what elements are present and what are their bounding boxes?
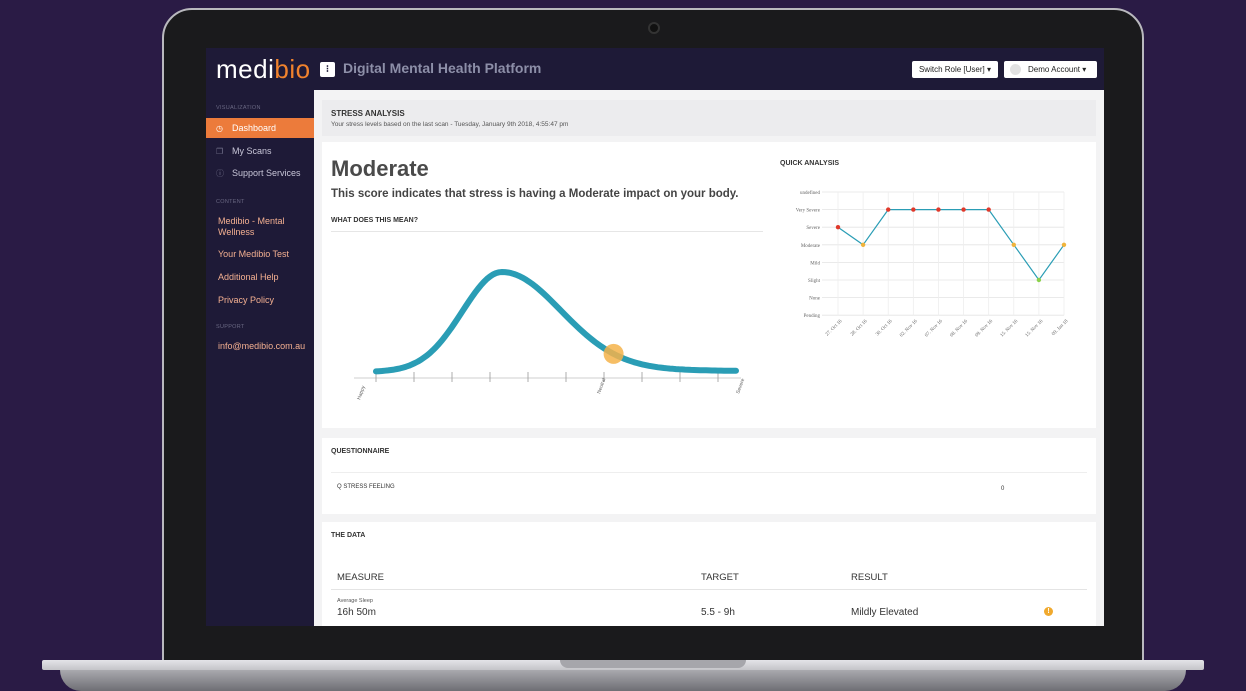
sidebar-item-label: Support Services — [232, 168, 301, 178]
divider — [331, 231, 763, 232]
quick-analysis-chart: Pending None Slight Mild Moderate Severe Very … — [796, 191, 1070, 339]
sidebar-item-label: Dashboard — [232, 123, 277, 133]
x-tick-label: 02. Nov 16 — [899, 319, 919, 339]
data-title: THE DATA — [331, 532, 366, 539]
laptop-base-bottom — [60, 670, 1186, 691]
medibio-logo[interactable]: medibio — [216, 54, 311, 85]
questionnaire-value: 0 — [1001, 486, 1005, 492]
stress-analysis-header: STRESS ANALYSIS Your stress levels based… — [322, 100, 1096, 136]
questionnaire-title: QUESTIONNAIRE — [331, 448, 390, 455]
sidebar-section-support: SUPPORT — [216, 324, 245, 330]
data-point[interactable] — [986, 207, 991, 212]
x-tick-label: 27. Oct 16 — [825, 319, 844, 338]
y-tick-label: Mild — [810, 261, 820, 266]
column-header-measure: MEASURE — [337, 572, 384, 583]
questionnaire-panel: QUESTIONNAIRE Q STRESS FEELING 0 — [322, 438, 1096, 514]
curve-ticks — [375, 372, 719, 382]
data-point[interactable] — [1036, 277, 1042, 283]
questionnaire-item: Q STRESS FEELING — [337, 484, 395, 490]
curve-label-severe: Severe — [735, 378, 746, 395]
y-tick-label: Severe — [806, 226, 820, 231]
x-tick-label: 28. Oct 16 — [850, 319, 869, 338]
y-tick-label: undefined — [800, 191, 820, 196]
logo-prefix: medi — [216, 54, 275, 84]
divider — [331, 472, 1087, 473]
camera-icon — [648, 22, 660, 34]
account-label: Demo Account ▾ — [1028, 65, 1087, 74]
sidebar: VISUALIZATION ◷ Dashboard ❐ My Scans ⓘ Supp… — [206, 90, 314, 626]
data-point[interactable] — [1061, 242, 1067, 247]
info-icon: ⓘ — [216, 169, 224, 178]
measure-sublabel: Average Sleep — [337, 598, 373, 604]
x-tick-label: 09. Nov 16 — [975, 319, 995, 339]
dashboard-icon: ◷ — [216, 124, 223, 133]
avatar-icon — [1010, 64, 1021, 75]
top-bar: medibio ⁝ Digital Mental Health Platform… — [206, 48, 1104, 90]
result-value: Mildly Elevated — [851, 607, 919, 618]
column-header-result: RESULT — [851, 572, 888, 583]
logo-accent: bio — [274, 54, 311, 84]
curve-label-happy: Happy — [356, 385, 367, 401]
stress-analysis-title: STRESS ANALYSIS — [331, 109, 405, 118]
x-tick-label: 15. Nov 16 — [1025, 319, 1045, 339]
y-tick-label: Very Severe — [796, 209, 821, 214]
x-tick-label: 15. Nov 16 — [1000, 319, 1020, 339]
divider — [331, 589, 1087, 590]
stress-marker — [603, 343, 624, 364]
stress-level-description: This score indicates that stress is havi… — [331, 188, 739, 200]
app-screen: medibio ⁝ Digital Mental Health Platform… — [206, 48, 1104, 626]
stress-distribution-curve: Happy Neutral Severe — [354, 269, 746, 401]
data-point[interactable] — [911, 207, 916, 212]
y-tick-label: Slight — [808, 279, 821, 284]
sidebar-item-my-scans[interactable]: ❐ My Scans — [206, 141, 314, 161]
sidebar-item-dashboard[interactable]: ◷ Dashboard — [206, 118, 314, 138]
scans-icon: ❐ — [216, 147, 224, 156]
platform-title: Digital Mental Health Platform — [343, 60, 542, 76]
data-panel: THE DATA MEASURE TARGET RESULT Average S… — [322, 522, 1096, 626]
stress-level-title: Moderate — [331, 156, 429, 181]
warning-icon[interactable]: ! — [1044, 607, 1053, 616]
sidebar-item-support-services[interactable]: ⓘ Support Services — [206, 163, 314, 183]
meaning-label: WHAT DOES THIS MEAN? — [331, 217, 418, 224]
data-point[interactable] — [1011, 242, 1016, 247]
main-content: STRESS ANALYSIS Your stress levels based… — [314, 90, 1104, 626]
stress-panel: Moderate This score indicates that stres… — [322, 142, 1096, 428]
sidebar-section-content: CONTENT — [216, 199, 245, 205]
x-tick-label: 08. Nov 16 — [950, 319, 970, 339]
quick-analysis-title: QUICK ANALYSIS — [780, 160, 839, 167]
data-point[interactable] — [835, 225, 841, 230]
data-point[interactable] — [936, 207, 941, 212]
curve-label-neutral: Neutral — [596, 377, 607, 394]
stress-analysis-subtitle: Your stress levels based on the last sca… — [331, 121, 569, 128]
sidebar-section-visualization: VISUALIZATION — [216, 105, 261, 111]
menu-toggle-icon[interactable]: ⁝ — [320, 62, 335, 77]
y-tick-label: Pending — [804, 314, 821, 319]
data-point[interactable] — [886, 207, 891, 212]
switch-role-button[interactable]: Switch Role [User] ▾ — [912, 61, 998, 78]
sidebar-link-additional-help[interactable]: Additional Help — [218, 272, 308, 283]
x-tick-label: 30. Oct 16 — [875, 319, 894, 338]
y-tick-label: Moderate — [801, 244, 821, 249]
bell-curve-line — [373, 269, 739, 375]
sidebar-link-medibio-mental-wellness[interactable]: Medibio - Mental Wellness — [218, 216, 308, 238]
laptop-notch — [560, 660, 746, 668]
sidebar-link-your-medibio-test[interactable]: Your Medibio Test — [218, 249, 308, 260]
measure-value: 16h 50m — [337, 607, 376, 618]
x-tick-label: 07. Nov 16 — [925, 319, 945, 339]
laptop-base — [0, 660, 1246, 691]
x-tick-label: 09. Jan 18 — [1051, 319, 1069, 337]
target-value: 5.5 - 9h — [701, 607, 735, 618]
sidebar-link-support-email[interactable]: info@medibio.com.au — [218, 341, 308, 352]
sidebar-item-label: My Scans — [232, 146, 272, 156]
account-dropdown-button[interactable]: Demo Account ▾ — [1004, 61, 1097, 78]
sidebar-link-privacy-policy[interactable]: Privacy Policy — [218, 295, 308, 306]
y-tick-label: None — [809, 297, 821, 302]
column-header-target: TARGET — [701, 572, 739, 583]
data-point[interactable] — [961, 207, 966, 212]
data-point[interactable] — [860, 242, 866, 247]
